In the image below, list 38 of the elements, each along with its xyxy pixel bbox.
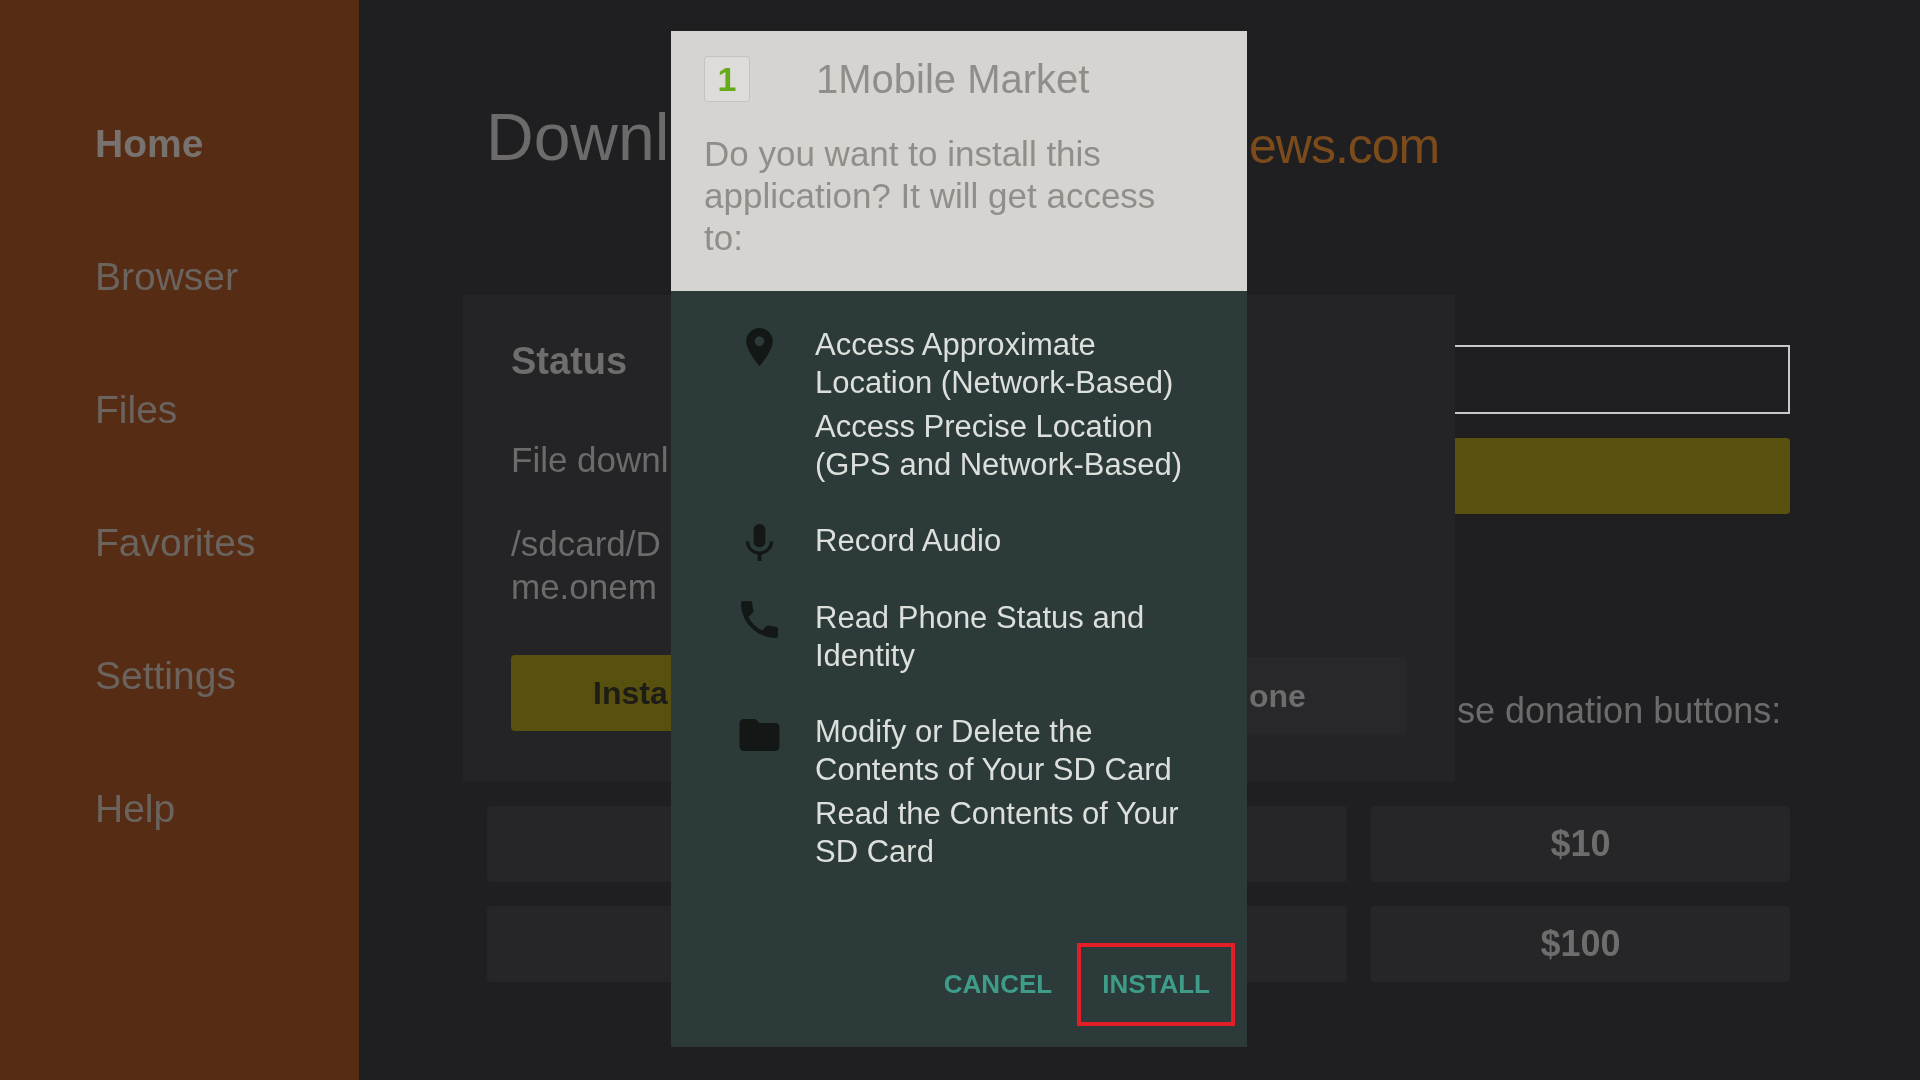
permission-text: Modify or Delete the Contents of Your SD Card bbox=[815, 713, 1173, 789]
donation-button[interactable] bbox=[1247, 806, 1347, 882]
status-card-button[interactable]: one bbox=[1247, 657, 1406, 734]
donation-button[interactable] bbox=[487, 906, 671, 982]
file-path-text: me.onem bbox=[511, 566, 657, 608]
donation-button[interactable] bbox=[1247, 906, 1347, 982]
sidebar-item[interactable]: Browser bbox=[95, 253, 239, 300]
sidebar-item[interactable]: Files bbox=[95, 386, 178, 433]
donation-prompt: se donation buttons: bbox=[1457, 689, 1782, 733]
page-title: Downl bbox=[486, 100, 670, 174]
location-pin-icon bbox=[743, 328, 775, 366]
phone-icon bbox=[740, 601, 778, 638]
url-input-field[interactable] bbox=[1455, 345, 1790, 414]
donation-button[interactable]: $100 bbox=[1371, 906, 1790, 982]
logo-text: ews.com bbox=[1249, 117, 1440, 176]
donation-button[interactable]: $10 bbox=[1371, 806, 1790, 882]
action-button[interactable] bbox=[1455, 438, 1790, 514]
permission-text: Read the Contents of Your SD Card bbox=[815, 795, 1180, 871]
status-message: File downl bbox=[511, 439, 669, 481]
dialog-message: Do you want to install this application? It will get access to: bbox=[704, 133, 1157, 259]
permission-text: Read Phone Status and Identity bbox=[815, 599, 1146, 675]
donation-button[interactable] bbox=[487, 806, 671, 882]
sidebar-item[interactable]: Settings bbox=[95, 652, 236, 699]
folder-icon bbox=[738, 719, 780, 751]
permission-text: Access Approximate Location (Network-Based) bbox=[815, 326, 1175, 402]
sidebar-item[interactable]: Help bbox=[95, 785, 176, 832]
microphone-icon bbox=[744, 524, 774, 561]
permission-text: Record Audio bbox=[815, 522, 1003, 560]
install-button[interactable]: Insta bbox=[511, 655, 671, 731]
cancel-button[interactable]: CANCEL bbox=[918, 943, 1078, 1026]
app-logo: 1 bbox=[704, 56, 750, 102]
permission-text: Access Precise Location (GPS and Network-Based) bbox=[815, 408, 1183, 484]
dialog-title: 1Mobile Market bbox=[816, 56, 1090, 102]
status-heading: Status bbox=[511, 339, 628, 383]
sidebar-item[interactable]: Favorites bbox=[95, 519, 256, 566]
file-path-text: /sdcard/D bbox=[511, 523, 661, 565]
sidebar-item[interactable]: Home bbox=[95, 120, 204, 167]
install-button[interactable]: INSTALL bbox=[1077, 943, 1235, 1026]
